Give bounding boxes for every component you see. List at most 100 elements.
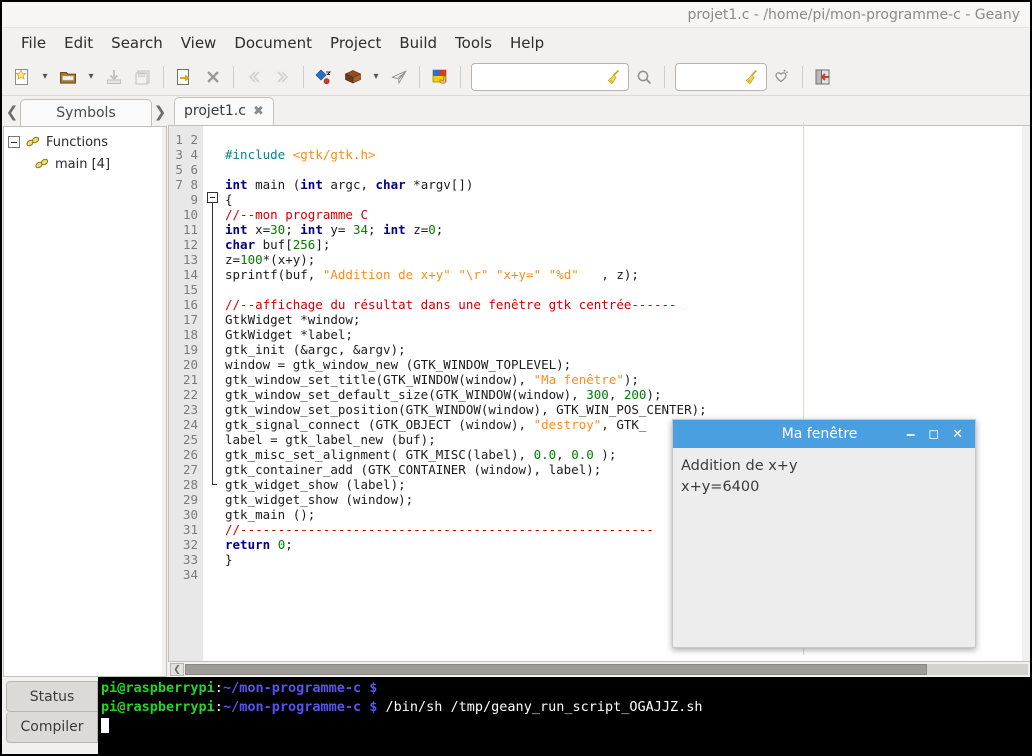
quit-button[interactable] <box>809 63 837 91</box>
close-icon[interactable]: ✕ <box>952 428 963 441</box>
new-document-icon <box>15 68 28 85</box>
reload-file-button[interactable] <box>170 63 198 91</box>
gtk-label-line1: Addition de x+y <box>681 458 798 474</box>
chain-link-icon <box>35 158 49 169</box>
save-all-icon <box>135 70 150 84</box>
gtk-window-title: Ma fenêtre <box>781 426 858 442</box>
gtk-window-body: Addition de x+y x+y=6400 <box>673 448 975 498</box>
build-brick-icon <box>344 69 362 83</box>
fold-range-line <box>212 203 217 485</box>
toolbar: ▾ ▾ ▾ <box>2 58 1030 96</box>
symbols-tree[interactable]: Functions main [4] <box>3 126 167 677</box>
close-document-icon <box>207 70 219 83</box>
gtk-window-titlebar[interactable]: Ma fenêtre 🗕 ◻ ✕ <box>673 420 975 448</box>
message-tab-status[interactable]: Status <box>6 681 98 712</box>
sidebar-tab-symbols[interactable]: Symbols <box>20 99 152 126</box>
gtk-label-line2: x+y=6400 <box>681 479 760 495</box>
color-chooser-icon <box>432 69 447 84</box>
editor-tab-label: projet1.c <box>184 103 246 119</box>
line-number-gutter: 1 2 3 4 5 6 7 8 9 10 11 12 13 14 15 16 1… <box>169 126 203 661</box>
symbols-tree-scrollbar[interactable] <box>162 127 166 676</box>
message-tab-label: Compiler <box>20 719 84 735</box>
broom-clear-icon[interactable] <box>604 67 624 87</box>
menu-build[interactable]: Build <box>390 32 446 54</box>
tree-item-functions[interactable]: Functions <box>4 131 166 153</box>
menubar: File Edit Search View Document Project B… <box>2 28 1030 58</box>
editor-tab-projet1-c[interactable]: projet1.c ✖ <box>174 97 274 125</box>
message-panel: Status Compiler pi@raspberrypi:~/mon-pro… <box>2 677 1030 754</box>
editor-vertical-scrollbar[interactable] <box>1022 126 1030 661</box>
toolbar-separator-1 <box>163 65 164 88</box>
save-button[interactable] <box>100 63 128 91</box>
chain-link-icon <box>26 136 40 147</box>
window-title: projet1.c - /home/pi/mon-programme-c - G… <box>687 6 1020 23</box>
geany-main-window: projet1.c - /home/pi/mon-programme-c - G… <box>0 0 1032 756</box>
build-dropdown[interactable]: ▾ <box>368 63 384 91</box>
editor-tabbar: projet1.c ✖ <box>168 96 1030 126</box>
save-icon <box>107 69 121 84</box>
navigate-back-button[interactable] <box>240 63 268 91</box>
menu-search[interactable]: Search <box>102 32 172 54</box>
sidebar-tab-symbols-label: Symbols <box>56 105 116 121</box>
menu-view[interactable]: View <box>172 32 226 54</box>
new-document-dropdown[interactable]: ▾ <box>37 63 53 91</box>
toolbar-separator-6 <box>664 65 665 88</box>
terminal-output[interactable]: pi@raspberrypi:~/mon-programme-c $ pi@ra… <box>98 677 1030 754</box>
menu-tools[interactable]: Tools <box>446 32 501 54</box>
color-chooser-button[interactable] <box>426 63 454 91</box>
expander-icon[interactable] <box>8 136 20 148</box>
fold-toggle-icon[interactable] <box>207 192 218 203</box>
run-button[interactable] <box>385 63 413 91</box>
compile-button[interactable] <box>310 63 338 91</box>
toolbar-separator-4 <box>419 65 420 88</box>
message-tab-label: Status <box>29 688 75 705</box>
toolbar-separator-7 <box>802 65 803 88</box>
window-titlebar: projet1.c - /home/pi/mon-programme-c - G… <box>2 2 1030 28</box>
menu-edit[interactable]: Edit <box>55 32 102 54</box>
close-tab-icon[interactable]: ✖ <box>253 105 264 118</box>
sidebar: ❮ Symbols ❯ Functions main [4] <box>2 96 168 677</box>
maximize-icon[interactable]: ◻ <box>928 428 939 441</box>
hscroll-trough[interactable] <box>185 664 1028 675</box>
editor-horizontal-scrollbar[interactable]: ❮ <box>168 661 1030 677</box>
magnifier-icon <box>637 70 652 84</box>
open-folder-icon <box>60 71 76 84</box>
navigate-forward-icon <box>277 70 289 83</box>
minimize-icon[interactable]: 🗕 <box>906 428 915 441</box>
search-input[interactable] <box>471 62 629 91</box>
tree-item-main[interactable]: main [4] <box>4 153 166 175</box>
new-document-button[interactable] <box>8 63 36 91</box>
message-tab-compiler[interactable]: Compiler <box>6 712 98 743</box>
message-tabbar: Status Compiler <box>2 677 98 754</box>
jump-to-icon <box>775 69 788 82</box>
toolbar-separator-5 <box>460 65 461 88</box>
broom-clear-icon[interactable] <box>742 67 762 87</box>
hscroll-thumb[interactable] <box>185 664 927 675</box>
open-file-dropdown[interactable]: ▾ <box>83 63 99 91</box>
sidebar-next-tab-button[interactable]: ❯ <box>152 98 168 126</box>
scroll-left-icon[interactable]: ❮ <box>170 663 184 676</box>
build-button[interactable] <box>339 63 367 91</box>
navigate-forward-button[interactable] <box>269 63 297 91</box>
open-file-button[interactable] <box>54 63 82 91</box>
menu-project[interactable]: Project <box>321 32 390 54</box>
quit-door-icon <box>815 69 830 84</box>
menu-document[interactable]: Document <box>225 32 321 54</box>
gtk-result-window[interactable]: Ma fenêtre 🗕 ◻ ✕ Addition de x+y x+y=640… <box>672 419 976 648</box>
menu-file[interactable]: File <box>12 32 55 54</box>
run-paperplane-icon <box>391 70 407 84</box>
toolbar-separator-3 <box>303 65 304 88</box>
sidebar-tabbar: ❮ Symbols ❯ <box>2 96 168 126</box>
reload-icon <box>177 68 190 85</box>
tree-item-label: main [4] <box>55 156 111 172</box>
tree-item-label: Functions <box>46 134 109 150</box>
sidebar-prev-tab-button[interactable]: ❮ <box>4 98 20 126</box>
find-button[interactable] <box>630 63 658 91</box>
menu-help[interactable]: Help <box>501 32 553 54</box>
goto-line-input[interactable] <box>675 62 767 91</box>
jump-to-line-button[interactable] <box>768 63 796 91</box>
close-document-button[interactable] <box>199 63 227 91</box>
save-all-button[interactable] <box>129 63 157 91</box>
fold-margin[interactable] <box>203 126 223 661</box>
toolbar-separator-2 <box>233 65 234 88</box>
